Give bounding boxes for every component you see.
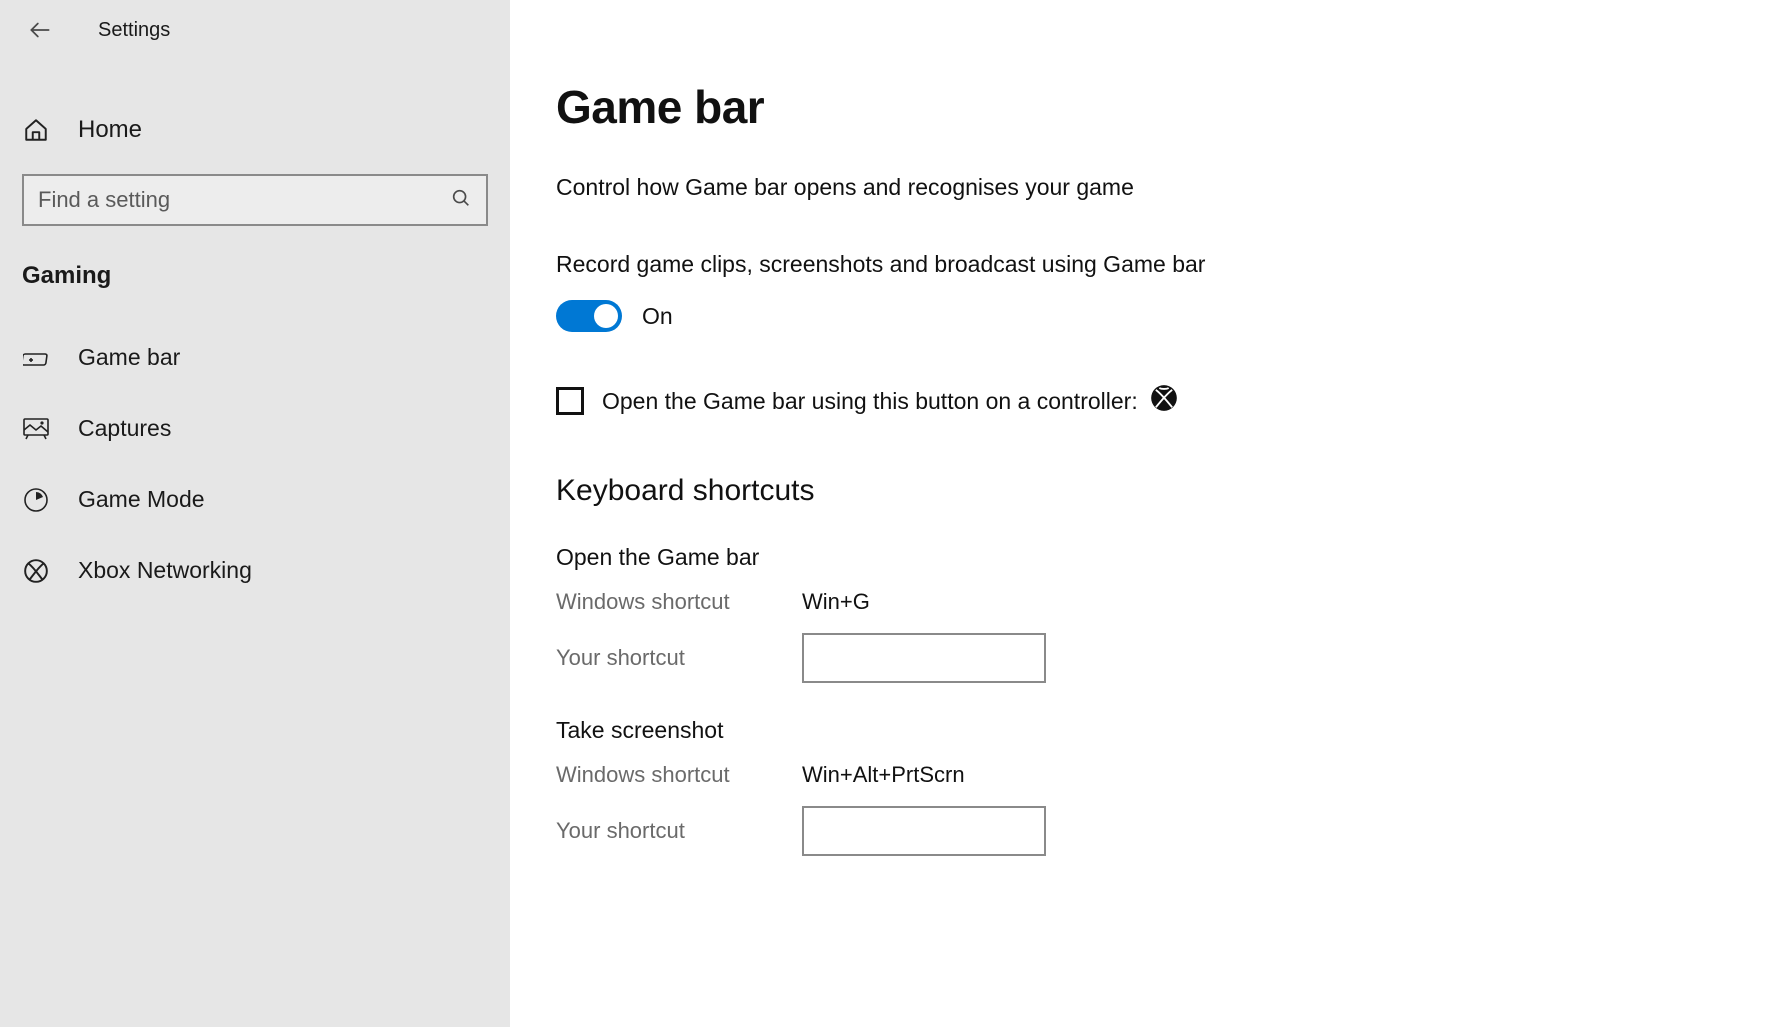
home-icon xyxy=(22,117,50,143)
shortcut-block: Take screenshot Windows shortcut Win+Alt… xyxy=(556,717,1727,856)
your-shortcut-input[interactable] xyxy=(802,806,1046,856)
sidebar-item-xbox-networking[interactable]: Xbox Networking xyxy=(0,535,510,606)
intro-text: Control how Game bar opens and recognise… xyxy=(556,174,1727,201)
sidebar-item-label: Game Mode xyxy=(78,486,205,513)
page-title: Game bar xyxy=(556,80,1727,134)
sidebar-item-game-mode[interactable]: Game Mode xyxy=(0,464,510,535)
record-toggle[interactable] xyxy=(556,300,622,332)
windows-shortcut-value: Win+G xyxy=(802,589,870,615)
shortcut-title: Open the Game bar xyxy=(556,544,1727,571)
search-input[interactable] xyxy=(38,187,450,213)
sidebar: Settings Home Gaming Game bar xyxy=(0,0,510,1027)
xbox-icon xyxy=(22,558,50,584)
sidebar-section-label: Gaming xyxy=(0,226,510,300)
your-shortcut-input[interactable] xyxy=(802,633,1046,683)
game-bar-icon xyxy=(22,348,50,368)
shortcut-title: Take screenshot xyxy=(556,717,1727,744)
shortcuts-heading: Keyboard shortcuts xyxy=(556,474,1727,508)
controller-checkbox-label: Open the Game bar using this button on a… xyxy=(602,388,1138,415)
sidebar-item-label: Captures xyxy=(78,415,171,442)
game-mode-icon xyxy=(22,487,50,513)
sidebar-item-captures[interactable]: Captures xyxy=(0,393,510,464)
windows-shortcut-label: Windows shortcut xyxy=(556,589,802,615)
windows-shortcut-label: Windows shortcut xyxy=(556,762,802,788)
sidebar-header: Settings xyxy=(0,0,510,60)
your-shortcut-label: Your shortcut xyxy=(556,818,802,844)
search-icon xyxy=(450,187,472,214)
arrow-left-icon xyxy=(27,17,53,43)
app-title: Settings xyxy=(98,19,170,42)
sidebar-item-label: Xbox Networking xyxy=(78,557,252,584)
record-label: Record game clips, screenshots and broad… xyxy=(556,251,1727,278)
sidebar-item-game-bar[interactable]: Game bar xyxy=(0,322,510,393)
sidebar-home-label: Home xyxy=(78,116,142,144)
sidebar-nav: Game bar Captures Game Mode Xbox Network… xyxy=(0,322,510,606)
main-content: Game bar Control how Game bar opens and … xyxy=(510,0,1787,1027)
shortcut-block: Open the Game bar Windows shortcut Win+G… xyxy=(556,544,1727,683)
search-box[interactable] xyxy=(22,174,488,226)
xbox-logo-icon xyxy=(1150,384,1178,418)
captures-icon xyxy=(22,418,50,440)
sidebar-item-label: Game bar xyxy=(78,344,180,371)
controller-checkbox[interactable] xyxy=(556,387,584,415)
windows-shortcut-value: Win+Alt+PrtScrn xyxy=(802,762,965,788)
your-shortcut-label: Your shortcut xyxy=(556,645,802,671)
back-button[interactable] xyxy=(26,16,54,44)
toggle-state-label: On xyxy=(642,303,673,330)
sidebar-home[interactable]: Home xyxy=(0,96,510,164)
